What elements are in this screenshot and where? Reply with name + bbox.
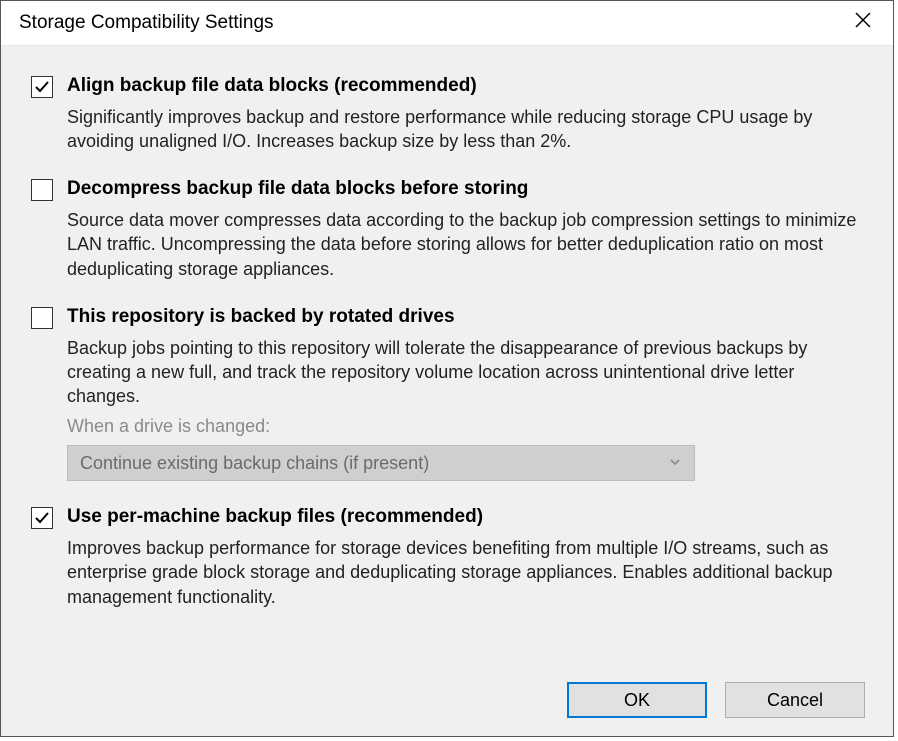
per-machine-title: Use per-machine backup files (recommende… [67,505,865,530]
window-title: Storage Compatibility Settings [19,12,274,34]
close-icon [854,11,872,35]
per-machine-checkbox[interactable] [31,507,53,529]
drive-action-select: Continue existing backup chains (if pres… [67,445,695,481]
decompress-desc: Source data mover compresses data accord… [67,208,865,281]
align-title: Align backup file data blocks (recommend… [67,74,865,99]
drive-action-value: Continue existing backup chains (if pres… [80,453,429,474]
align-body: Align backup file data blocks (recommend… [67,74,865,153]
per-machine-body: Use per-machine backup files (recommende… [67,505,865,609]
close-button[interactable] [849,9,877,37]
option-decompress: Decompress backup file data blocks befor… [31,177,865,281]
rotated-body: This repository is backed by rotated dri… [67,305,865,482]
decompress-title: Decompress backup file data blocks befor… [67,177,865,202]
rotated-title: This repository is backed by rotated dri… [67,305,865,330]
option-per-machine: Use per-machine backup files (recommende… [31,505,865,609]
chevron-down-icon [668,453,682,474]
per-machine-desc: Improves backup performance for storage … [67,536,865,609]
dialog-window: Storage Compatibility Settings Align bac… [0,0,894,737]
decompress-checkbox[interactable] [31,179,53,201]
align-checkbox[interactable] [31,76,53,98]
check-icon [34,79,50,95]
check-icon [34,510,50,526]
button-row: OK Cancel [31,672,865,718]
titlebar: Storage Compatibility Settings [1,1,893,46]
rotated-desc: Backup jobs pointing to this repository … [67,336,865,409]
cancel-button[interactable]: Cancel [725,682,865,718]
ok-button[interactable]: OK [567,682,707,718]
dialog-content: Align backup file data blocks (recommend… [1,46,893,736]
option-align: Align backup file data blocks (recommend… [31,74,865,153]
align-desc: Significantly improves backup and restor… [67,105,865,154]
rotated-checkbox[interactable] [31,307,53,329]
decompress-body: Decompress backup file data blocks befor… [67,177,865,281]
option-rotated: This repository is backed by rotated dri… [31,305,865,482]
rotated-sub-label: When a drive is changed: [67,416,865,437]
